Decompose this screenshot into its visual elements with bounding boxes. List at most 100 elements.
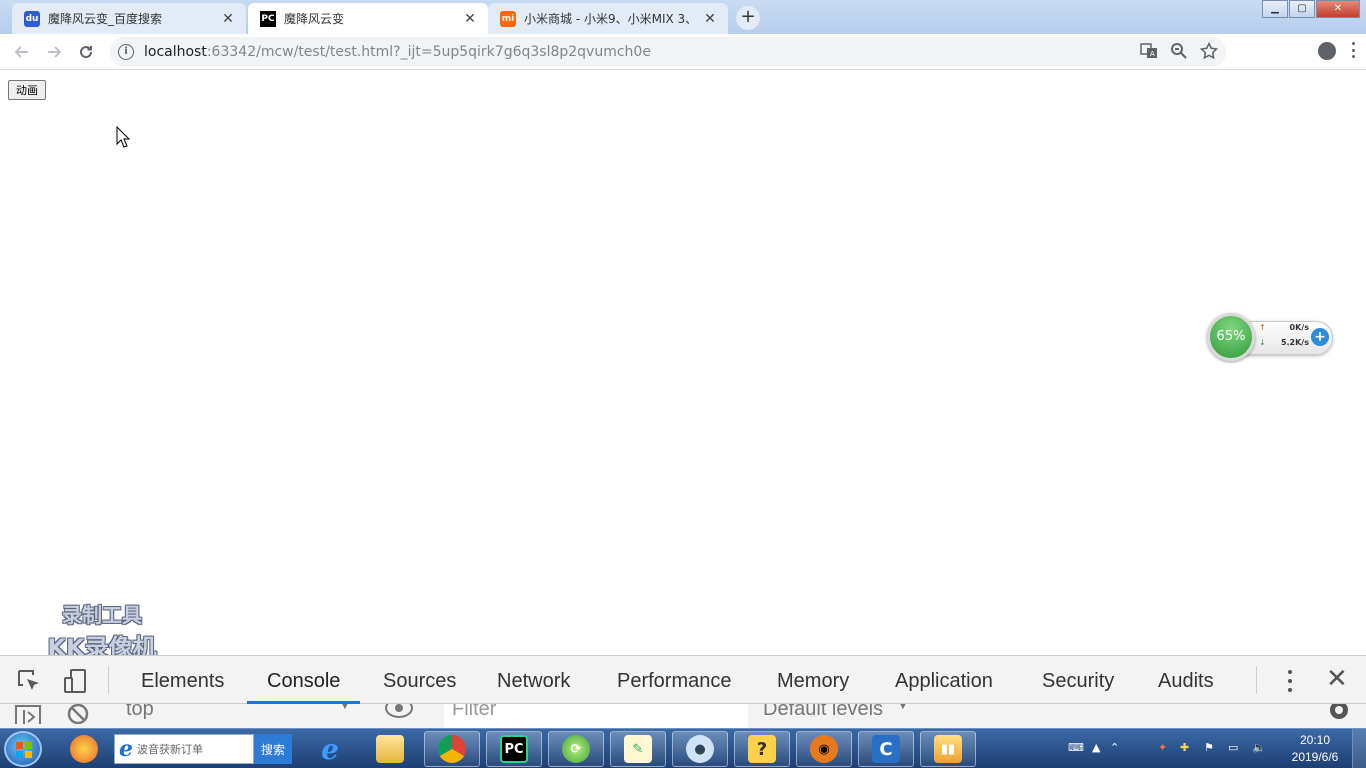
log-levels-dropdown[interactable]: Default levels	[763, 704, 883, 721]
filter-placeholder: Filter	[452, 704, 497, 720]
colorful-app-icon	[70, 735, 98, 763]
search-placeholder: 波音获新订单	[137, 743, 203, 756]
search-button[interactable]: 搜索	[254, 734, 292, 764]
network-icon[interactable]: ▭	[1228, 741, 1238, 754]
caret-down-icon[interactable]: ▼	[338, 704, 352, 712]
taskbar-app-refresh[interactable]: ⟳	[548, 731, 604, 767]
volume-icon[interactable]: 🔈	[1252, 741, 1266, 754]
shield-icon[interactable]: ✚	[1180, 741, 1189, 754]
taskbar-app-pycharm[interactable]: PC	[486, 731, 542, 767]
devtools-tabbar: Elements Console Sources Network Perform…	[0, 656, 1366, 704]
url-host: localhost	[144, 44, 207, 60]
context-selector[interactable]: top	[126, 704, 154, 721]
close-icon[interactable]: ✕	[462, 11, 478, 27]
profile-icon[interactable]	[1318, 42, 1336, 60]
system-clock[interactable]: 20:10 2019/6/6	[1290, 732, 1340, 766]
tab-performance[interactable]: Performance	[617, 656, 732, 704]
taskbar-app-ie[interactable]: e	[302, 731, 358, 767]
device-toolbar-icon[interactable]	[62, 668, 88, 694]
c-app-icon: C	[872, 735, 900, 763]
reload-icon	[80, 45, 93, 58]
tab-application[interactable]: Application	[895, 656, 993, 704]
taskbar-app-c[interactable]: C	[858, 731, 914, 767]
taskbar-app-help[interactable]: ?	[734, 731, 790, 767]
arrow-left-icon	[14, 45, 28, 58]
start-button[interactable]	[4, 731, 42, 767]
arrow-right-icon	[48, 45, 62, 58]
chevron-up-icon[interactable]: ⌃	[1110, 741, 1119, 754]
eye-icon[interactable]	[384, 704, 414, 724]
tab-title: 魔降风云变	[284, 12, 345, 26]
ninja-icon: ◉	[810, 735, 838, 763]
screen: du 魔降风云变_百度搜索 ✕ PC 魔降风云变 ✕ mi 小米商城 - 小米9…	[0, 0, 1366, 768]
close-window-button[interactable]: ✕	[1316, 0, 1360, 18]
close-icon[interactable]: ✕	[220, 11, 236, 27]
tab-elements[interactable]: Elements	[141, 656, 224, 704]
tab-console[interactable]: Console	[246, 656, 361, 704]
reload-button[interactable]	[70, 36, 102, 68]
maximize-button[interactable]: ▢	[1289, 0, 1315, 18]
more-options-icon[interactable]	[1288, 670, 1292, 692]
close-devtools-icon[interactable]: ✕	[1326, 664, 1348, 694]
taskbar-app-chrome[interactable]	[424, 731, 480, 767]
window-controls: ▁ ▢ ✕	[1261, 0, 1360, 18]
gear-icon[interactable]	[1326, 704, 1352, 724]
recorder-watermark: 录制工具 KK录像机	[32, 599, 172, 663]
tab-memory[interactable]: Memory	[777, 656, 849, 704]
taskbar-app-paint[interactable]	[56, 731, 112, 767]
clock-time: 20:10	[1299, 733, 1331, 747]
animation-button[interactable]: 动画	[8, 80, 46, 100]
tab-mi-store[interactable]: mi 小米商城 - 小米9、小米MIX 3、 ✕	[488, 3, 728, 34]
zoom-icon[interactable]	[1170, 42, 1188, 60]
network-speed-widget[interactable]: ↑ 0K/s ↓ 5.2K/s + 65%	[1207, 313, 1335, 361]
flag-icon[interactable]: ⚑	[1204, 741, 1214, 754]
download-speed: 5.2K/s	[1280, 338, 1309, 347]
recorder-icon: ▮▮	[934, 735, 962, 763]
tab-current-page[interactable]: PC 魔降风云变 ✕	[248, 3, 488, 34]
toolbar-right	[1318, 42, 1356, 60]
close-icon[interactable]: ✕	[702, 11, 718, 27]
omnibox-actions: A	[1140, 42, 1218, 60]
filter-input[interactable]: Filter	[444, 704, 748, 728]
tab-network[interactable]: Network	[497, 656, 570, 704]
clear-console-icon[interactable]	[66, 704, 90, 724]
tab-sources[interactable]: Sources	[383, 656, 456, 704]
watermark-line1: 录制工具	[62, 603, 142, 627]
tab-audits[interactable]: Audits	[1158, 656, 1214, 704]
minimize-button[interactable]: ▁	[1262, 0, 1288, 18]
taskbar-app-explorer[interactable]	[362, 731, 418, 767]
taskbar-app-user[interactable]: ●	[672, 731, 728, 767]
info-icon[interactable]: i	[118, 44, 134, 60]
tray-app-icon[interactable]: ✦	[1158, 741, 1167, 754]
menu-icon[interactable]	[1352, 42, 1356, 58]
system-tray: ⌨ ▲ ⌃ ✦ ✚ ⚑ ▭ 🔈	[1066, 729, 1296, 768]
taskbar-app-recorder[interactable]: ▮▮	[920, 731, 976, 767]
console-toolbar: top ▼ Filter Default levels ▼	[0, 704, 1366, 729]
tab-security[interactable]: Security	[1042, 656, 1114, 704]
divider	[108, 666, 109, 694]
inspect-element-icon[interactable]	[16, 668, 42, 694]
star-icon[interactable]	[1200, 42, 1218, 60]
search-input[interactable]: e 波音获新订单	[114, 734, 254, 764]
show-desktop-button[interactable]	[1352, 729, 1366, 768]
translate-icon[interactable]: A	[1140, 42, 1158, 60]
browser-toolbar: i localhost:63342/mcw/test/test.html?_ij…	[0, 34, 1366, 70]
new-tab-button[interactable]: +	[736, 6, 760, 30]
accelerate-plus-icon[interactable]: +	[1311, 328, 1329, 346]
memory-usage-ball[interactable]: 65%	[1207, 313, 1255, 361]
taskbar-app-ninja[interactable]: ◉	[796, 731, 852, 767]
taskbar-search[interactable]: e 波音获新订单 搜索	[114, 734, 292, 764]
back-button[interactable]	[6, 36, 38, 68]
tab-title: 魔降风云变_百度搜索	[48, 12, 163, 26]
sidebar-toggle-icon[interactable]	[14, 704, 42, 724]
forward-button[interactable]	[38, 36, 70, 68]
keyboard-icon[interactable]: ⌨	[1068, 741, 1084, 754]
sync-icon: ⟳	[562, 735, 590, 763]
help-icon: ?	[748, 735, 776, 763]
address-bar[interactable]: i localhost:63342/mcw/test/test.html?_ij…	[110, 37, 1226, 67]
tray-expand-icon[interactable]: ▲	[1092, 741, 1100, 754]
tab-baidu-search[interactable]: du 魔降风云变_百度搜索 ✕	[12, 3, 246, 34]
taskbar-app-notepad[interactable]: ✎	[610, 731, 666, 767]
caret-down-icon[interactable]: ▼	[896, 704, 910, 712]
folder-icon	[376, 735, 404, 763]
